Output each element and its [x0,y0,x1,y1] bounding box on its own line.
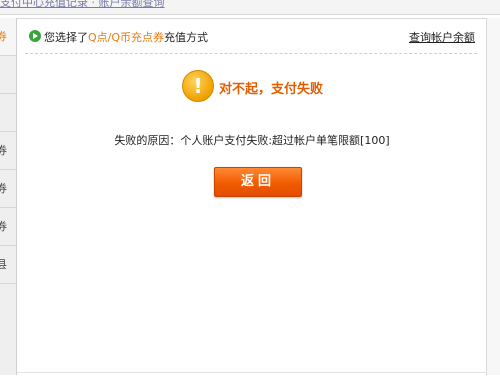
failure-reason: 失败的原因：个人账户支付失败:超过帐户单笔限额[100] [17,132,487,148]
sidebar-item-label: 县 [0,256,7,272]
payment-method-header: 您选择了Q点/Q币充点券充值方式 查询帐户余额 [29,29,477,49]
sidebar-item-label: 券 [0,218,7,234]
sidebar: 券 ) ) 券 券 券 县 [0,18,17,375]
sidebar-item-7[interactable]: 县 [0,246,16,284]
query-balance-link[interactable]: 查询帐户余额 [409,29,475,45]
sidebar-item-label: 券 [0,142,7,158]
sidebar-item-4[interactable]: 券 [0,132,16,170]
desc-suffix: 充值方式 [164,31,208,44]
right-gutter [487,18,500,375]
sidebar-item-1[interactable]: 券 [0,18,16,56]
sidebar-item-5[interactable]: 券 [0,170,16,208]
sidebar-item-2[interactable]: ) [0,56,16,94]
back-button[interactable]: 返回 [214,167,302,197]
warning-exclamation-icon: ! [182,70,214,102]
sidebar-item-label: 券 [0,180,7,196]
top-link[interactable]: 支付中心充值记录 · 账户余额查询 [0,0,165,10]
top-strip: 支付中心充值记录 · 账户余额查询 [0,0,500,15]
desc-prefix: 您选择了 [44,31,88,44]
payment-method-name[interactable]: Q点/Q币充点券 [88,31,164,44]
sidebar-item-3[interactable]: ) [0,94,16,132]
dashed-divider [25,53,477,54]
payment-method-desc: 您选择了Q点/Q币充点券充值方式 [44,29,208,45]
failure-title: 对不起，支付失败 [219,78,323,97]
bottom-divider [17,372,487,373]
sidebar-item-label: 券 [0,28,7,44]
sidebar-item-6[interactable]: 券 [0,208,16,246]
exclamation-glyph: ! [183,74,213,98]
result-panel: 您选择了Q点/Q币充点券充值方式 查询帐户余额 ! 对不起，支付失败 失败的原因… [17,18,487,376]
green-arrow-icon [29,30,41,42]
